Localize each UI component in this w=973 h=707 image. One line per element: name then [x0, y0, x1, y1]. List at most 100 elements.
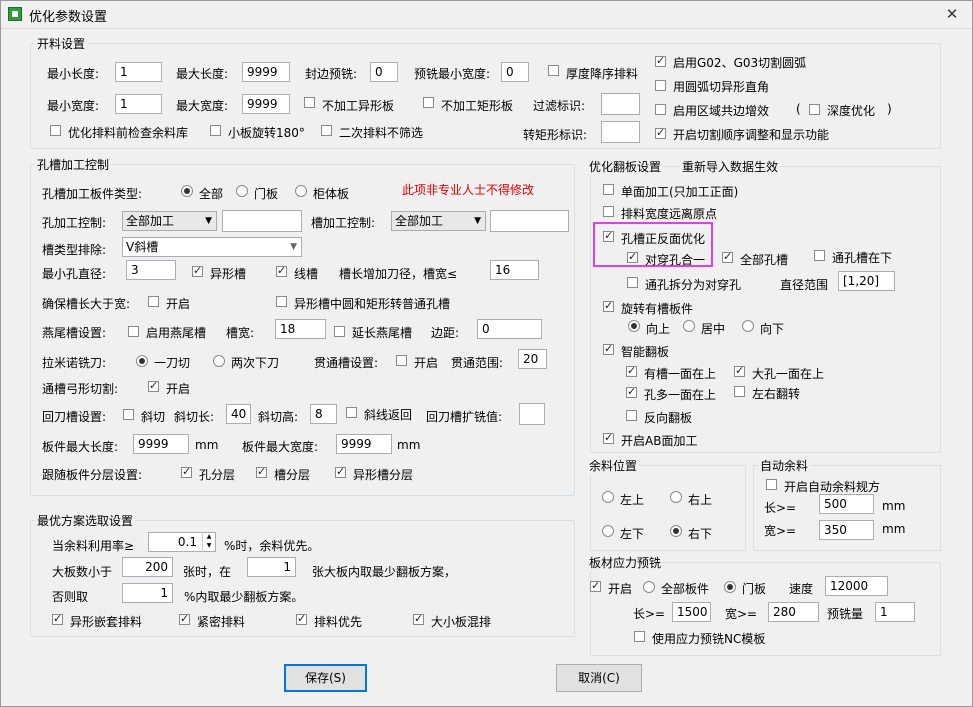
cut-order-checkbox[interactable]	[655, 126, 666, 139]
part-max-len-input[interactable]: 9999	[133, 434, 189, 454]
hole-ctrl-extra-input[interactable]	[222, 210, 302, 232]
small-rotate-checkbox[interactable]	[210, 125, 221, 136]
return-expand-input[interactable]	[519, 403, 545, 425]
slot-ctrl-select[interactable]: 全部加工 ▼	[391, 211, 486, 231]
thickness-desc-checkbox[interactable]	[548, 65, 559, 76]
more-hole-up-checkbox[interactable]	[626, 385, 637, 398]
shaped-to-normal-checkbox[interactable]	[276, 296, 287, 307]
shaped-nest-checkbox[interactable]	[52, 612, 63, 625]
max-length-input[interactable]: 9999	[242, 62, 290, 82]
remnant-tr-radio[interactable]	[670, 491, 682, 503]
arc-corner-checkbox[interactable]	[655, 80, 666, 91]
hole-layer-checkbox[interactable]	[181, 465, 192, 478]
region-common-checkbox[interactable]	[655, 104, 666, 115]
type-cabinet-radio[interactable]	[295, 185, 307, 197]
auto-remnant-checkbox[interactable]	[766, 479, 777, 490]
hole-ctrl-select[interactable]: 全部加工 ▼	[122, 211, 217, 231]
bevel-return-checkbox[interactable]	[346, 407, 357, 418]
slot-ctrl-extra-input[interactable]	[490, 210, 569, 232]
margin-input[interactable]: 0	[477, 319, 542, 339]
line-slot-checkbox[interactable]	[276, 264, 287, 277]
slot-down-checkbox[interactable]	[814, 250, 825, 261]
close-icon[interactable]: ✕	[944, 6, 960, 22]
slot-exclude-select[interactable]: V斜槽 ▼	[122, 237, 302, 257]
width-far-checkbox[interactable]	[603, 206, 614, 217]
stress-all-radio[interactable]	[643, 581, 655, 593]
min-length-input[interactable]: 1	[115, 62, 162, 82]
stress-door-radio[interactable]	[724, 581, 736, 593]
rotate-checkbox[interactable]	[603, 299, 614, 312]
remnant-bl-radio[interactable]	[602, 525, 614, 537]
min-hole-input[interactable]: 3	[126, 260, 176, 280]
through-range-input[interactable]: 20	[518, 349, 547, 369]
center-radio[interactable]	[683, 320, 695, 332]
extend-dovetail-checkbox[interactable]	[334, 326, 345, 337]
both-sides-checkbox[interactable]	[603, 229, 614, 242]
type-door-radio[interactable]	[236, 185, 248, 197]
filter-input[interactable]	[601, 93, 640, 115]
one-cut-radio[interactable]	[136, 355, 148, 367]
mix-checkbox[interactable]	[413, 612, 424, 625]
stress-amount-input[interactable]: 1	[875, 602, 915, 622]
bevel-len-input[interactable]: 40	[226, 404, 251, 424]
else-input[interactable]: 1	[122, 583, 173, 603]
no-shaped-checkbox[interactable]	[304, 97, 315, 108]
slot-width-input[interactable]: 18	[275, 319, 326, 339]
region-common-label: 启用区域共边增效	[673, 104, 770, 118]
stress-nc-checkbox[interactable]	[634, 631, 645, 642]
g02-checkbox[interactable]	[655, 54, 666, 67]
max-width-input[interactable]: 9999	[242, 94, 290, 114]
enable-dovetail-checkbox[interactable]	[128, 326, 139, 337]
rect-convert-input[interactable]	[601, 121, 640, 143]
reverse-checkbox[interactable]	[626, 410, 637, 421]
two-cut-radio[interactable]	[213, 355, 225, 367]
no-filter-second-checkbox[interactable]	[321, 125, 332, 136]
down-radio[interactable]	[742, 320, 754, 332]
single-side-checkbox[interactable]	[603, 184, 614, 195]
slot-side-up-checkbox[interactable]	[626, 364, 637, 377]
stress-open-checkbox[interactable]	[590, 579, 601, 592]
through-range-label: 贯通范围:	[451, 356, 504, 370]
premill-min-width-input[interactable]: 0	[501, 62, 529, 82]
split-through-checkbox[interactable]	[627, 277, 638, 288]
remnant-br-radio[interactable]	[670, 525, 682, 537]
through-checkbox[interactable]	[396, 355, 407, 366]
remnant-tl-radio[interactable]	[602, 491, 614, 503]
type-all-radio[interactable]	[181, 185, 193, 197]
count-input-2[interactable]: 1	[247, 557, 296, 577]
big-hole-up-checkbox[interactable]	[734, 364, 745, 377]
all-slot-checkbox[interactable]	[722, 250, 733, 263]
bevel-h-input[interactable]: 8	[310, 404, 337, 424]
deep-opt-checkbox[interactable]	[809, 104, 820, 115]
save-button[interactable]: 保存(S)	[284, 664, 367, 692]
auto-len-input[interactable]: 500	[819, 494, 874, 514]
width-far-label: 排料宽度远离原点	[621, 207, 718, 221]
check-remnant-checkbox[interactable]	[50, 125, 61, 136]
edge-mill-input[interactable]: 0	[370, 62, 398, 82]
auto-width-input[interactable]: 350	[819, 520, 874, 540]
cancel-button[interactable]: 取消(C)	[556, 664, 642, 692]
diam-range-input[interactable]: [1,20]	[838, 271, 895, 291]
tight-checkbox[interactable]	[179, 612, 190, 625]
lr-flip-checkbox[interactable]	[734, 386, 745, 397]
slot-layer-checkbox[interactable]	[256, 465, 267, 478]
min-width-input[interactable]: 1	[115, 94, 162, 114]
bevel-checkbox[interactable]	[123, 409, 134, 420]
stress-width-input[interactable]: 280	[768, 602, 819, 622]
slot-len-input[interactable]: 16	[490, 260, 539, 280]
shaped-layer-checkbox[interactable]	[335, 465, 346, 478]
part-max-w-input[interactable]: 9999	[336, 434, 392, 454]
count-input[interactable]: 200	[122, 557, 173, 577]
up-radio[interactable]	[628, 320, 640, 332]
ab-checkbox[interactable]	[603, 431, 614, 444]
rate-spinner[interactable]: ▲ ▼	[202, 532, 215, 552]
priority-checkbox[interactable]	[296, 612, 307, 625]
smart-checkbox[interactable]	[603, 342, 614, 355]
stress-len-input[interactable]: 1500	[672, 602, 711, 622]
through-merge-checkbox[interactable]	[627, 250, 638, 263]
ensure-len-checkbox[interactable]	[148, 296, 159, 307]
arc-cut-checkbox[interactable]	[148, 379, 159, 392]
stress-speed-input[interactable]: 12000	[825, 576, 888, 596]
shaped-slot-checkbox[interactable]	[192, 264, 203, 277]
no-rect-checkbox[interactable]	[423, 97, 434, 108]
